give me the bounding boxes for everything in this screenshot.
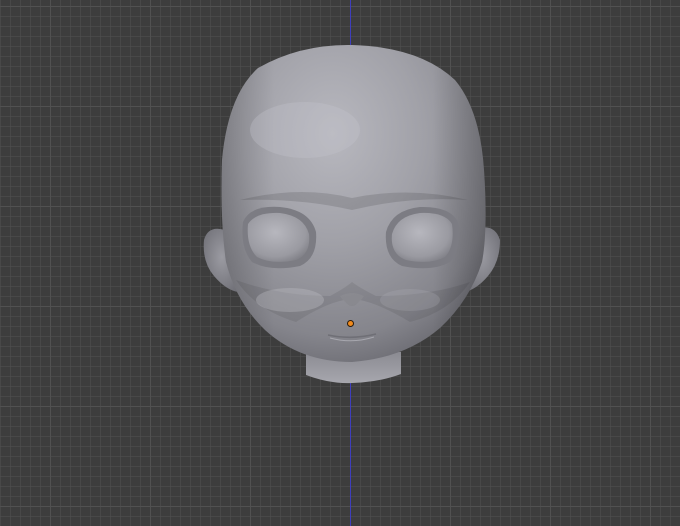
head-mesh[interactable]	[0, 0, 680, 526]
3d-viewport[interactable]	[0, 0, 680, 526]
object-origin-dot[interactable]	[348, 321, 353, 326]
